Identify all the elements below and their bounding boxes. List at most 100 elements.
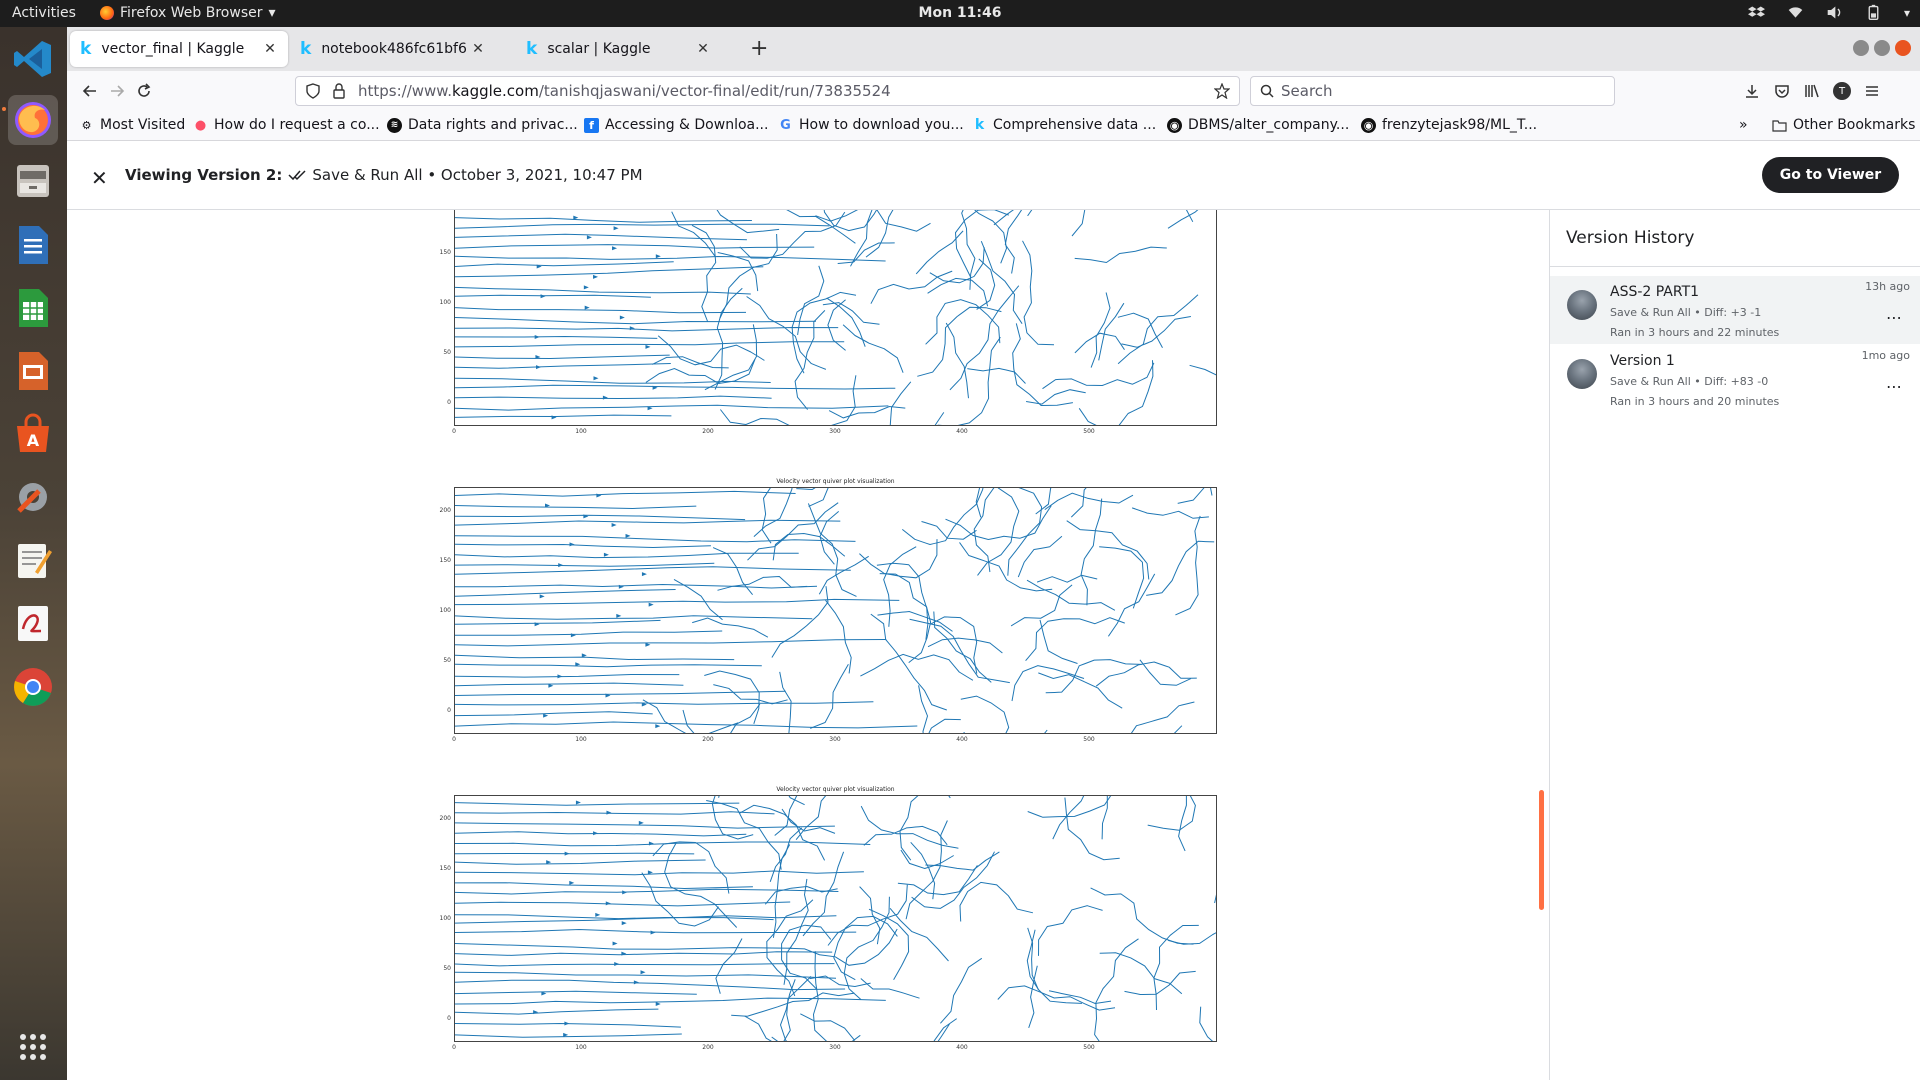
bookmark-item[interactable]: f Accessing & Downloa... xyxy=(584,117,768,133)
streamline xyxy=(1022,240,1055,346)
close-icon[interactable]: ✕ xyxy=(695,41,711,57)
streamline xyxy=(671,211,716,257)
firefox-icon[interactable] xyxy=(8,95,58,145)
software-icon[interactable]: A xyxy=(8,409,58,459)
settings-icon[interactable] xyxy=(8,472,58,522)
streamline xyxy=(455,286,751,295)
bookmark-item[interactable]: ≋ Data rights and privac... xyxy=(387,117,578,133)
streamline xyxy=(1010,584,1073,627)
close-icon[interactable]: ✕ xyxy=(470,41,486,57)
star-icon[interactable] xyxy=(1214,83,1230,99)
volume-icon[interactable] xyxy=(1826,4,1843,21)
system-tray[interactable]: ▾ xyxy=(1747,4,1910,21)
y-tick-label: 0 xyxy=(447,707,451,714)
streamline xyxy=(1124,970,1196,996)
hamburger-menu-icon[interactable] xyxy=(1862,81,1882,101)
close-icon[interactable]: ✕ xyxy=(91,166,108,190)
url-bar[interactable]: https://www.kaggle.com/tanishqjaswani/ve… xyxy=(295,76,1240,106)
streamline xyxy=(651,356,729,369)
bookmark-item[interactable]: k Comprehensive data ... xyxy=(972,117,1156,133)
tab-vector-final[interactable]: k vector_final | Kaggle ✕ xyxy=(70,31,288,67)
streamline xyxy=(810,664,849,729)
minimize-button[interactable] xyxy=(1853,40,1869,56)
close-icon[interactable]: ✕ xyxy=(262,41,278,57)
url-text[interactable]: https://www.kaggle.com/tanishqjaswani/ve… xyxy=(358,82,891,100)
streamline xyxy=(945,505,1052,541)
more-options-icon[interactable]: ⋯ xyxy=(1886,377,1903,396)
tab-scalar[interactable]: k scalar | Kaggle ✕ xyxy=(516,31,721,67)
streamline xyxy=(455,217,752,223)
shield-icon[interactable] xyxy=(305,83,321,99)
app-grid-icon[interactable] xyxy=(8,1022,58,1072)
vscode-icon[interactable] xyxy=(8,34,58,84)
version-item[interactable]: ASS-2 PART1 Save & Run All • Diff: +3 -1… xyxy=(1550,276,1920,344)
files-icon[interactable] xyxy=(8,156,58,206)
scrollbar-thumb[interactable] xyxy=(1539,790,1544,910)
streamline-arrow xyxy=(584,305,590,310)
chevron-down-icon[interactable]: ▾ xyxy=(1904,6,1910,20)
streamline xyxy=(455,535,856,543)
streamline xyxy=(980,241,1023,324)
streamline xyxy=(657,335,765,366)
streamline xyxy=(771,586,829,658)
streamline-arrow xyxy=(655,1002,661,1007)
bookmark-item[interactable]: ◉ frenzytejask98/ML_T... xyxy=(1361,117,1537,133)
back-button[interactable] xyxy=(79,80,101,102)
streamline xyxy=(1011,665,1085,702)
streamline-arrow xyxy=(557,674,563,679)
clock[interactable]: Mon 11:46 xyxy=(0,5,1920,21)
streamline xyxy=(455,1033,682,1038)
lock-icon[interactable] xyxy=(332,83,346,99)
tab-notebook[interactable]: k notebook486fc61bf6 | Ka ✕ xyxy=(290,31,496,67)
go-to-viewer-button[interactable]: Go to Viewer xyxy=(1762,157,1899,193)
bookmark-item[interactable]: ◉ DBMS/alter_company... xyxy=(1167,117,1349,133)
folder-icon xyxy=(1772,119,1787,132)
evince-icon[interactable] xyxy=(8,598,58,648)
streamline-arrow xyxy=(605,901,611,906)
streamline xyxy=(934,412,945,425)
streamline xyxy=(455,951,833,956)
streamline xyxy=(774,796,798,836)
writer-icon[interactable] xyxy=(8,220,58,270)
ubuntu-dock: A xyxy=(0,27,67,1080)
streamline xyxy=(455,630,723,636)
streamline-arrow xyxy=(558,563,564,568)
streamline xyxy=(455,589,676,597)
account-avatar[interactable]: T xyxy=(1832,81,1852,101)
other-bookmarks[interactable]: Other Bookmarks xyxy=(1772,117,1915,133)
impress-icon[interactable] xyxy=(8,346,58,396)
streamline-arrow xyxy=(539,594,545,599)
chrome-icon[interactable] xyxy=(8,662,58,712)
window-close-button[interactable] xyxy=(1895,40,1911,56)
downloads-icon[interactable] xyxy=(1742,81,1762,101)
calc-icon[interactable] xyxy=(8,283,58,333)
new-tab-button[interactable]: + xyxy=(750,36,768,61)
forward-button[interactable] xyxy=(106,80,128,102)
library-icon[interactable] xyxy=(1802,81,1822,101)
search-bar[interactable]: Search xyxy=(1250,76,1615,106)
streamline-arrow xyxy=(595,912,601,917)
bookmark-most-visited[interactable]: ⚙ Most Visited xyxy=(79,117,186,133)
streamline xyxy=(940,957,983,1024)
battery-icon[interactable] xyxy=(1865,4,1882,21)
bookmark-item[interactable]: ● How do I request a co... xyxy=(193,117,380,133)
streamline xyxy=(809,975,871,988)
text-editor-icon[interactable] xyxy=(8,535,58,585)
wifi-icon[interactable] xyxy=(1787,4,1804,21)
streamline xyxy=(1210,488,1213,496)
reload-button[interactable] xyxy=(133,80,155,102)
maximize-button[interactable] xyxy=(1874,40,1890,56)
version-item[interactable]: Version 1 Save & Run All • Diff: +83 -0 … xyxy=(1550,345,1920,413)
notebook-output[interactable]: 2001501005000100200300400500Velocity vec… xyxy=(67,210,1548,1080)
streamline-arrow xyxy=(612,941,618,946)
pocket-icon[interactable] xyxy=(1772,81,1792,101)
x-tick-label: 300 xyxy=(829,428,841,435)
bookmarks-overflow-icon[interactable]: » xyxy=(1739,117,1748,133)
streamline xyxy=(1078,360,1154,425)
streamline xyxy=(917,306,1002,377)
avatar xyxy=(1567,359,1597,389)
streamline xyxy=(1107,573,1156,637)
bookmark-item[interactable]: G How to download you... xyxy=(778,117,964,133)
more-options-icon[interactable]: ⋯ xyxy=(1886,308,1903,327)
dropbox-icon[interactable] xyxy=(1747,4,1765,21)
